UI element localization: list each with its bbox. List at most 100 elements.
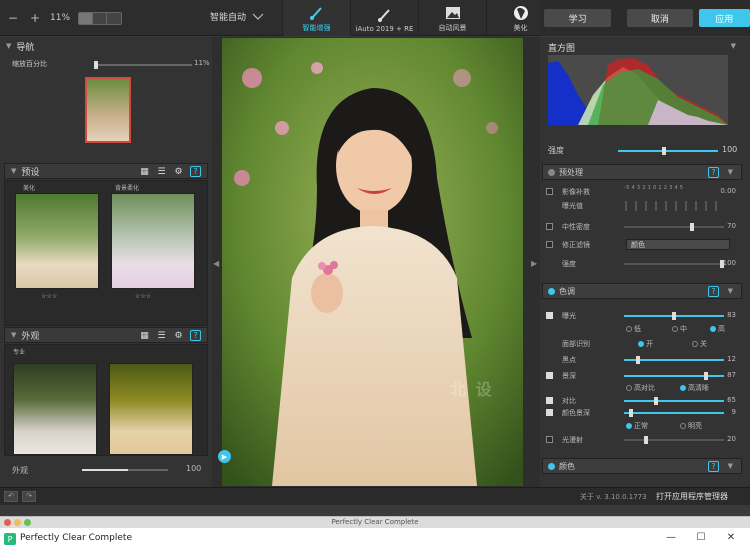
minimize-icon[interactable]: — (664, 532, 678, 543)
slider-handle[interactable] (672, 312, 676, 320)
rotate-left-icon[interactable]: ↶ (4, 491, 18, 502)
single-view-button[interactable] (79, 12, 94, 24)
slider-handle[interactable] (654, 397, 658, 405)
radio-option[interactable]: 关 (692, 339, 707, 349)
black-point-slider[interactable] (624, 356, 724, 364)
preset-thumbnail[interactable] (15, 193, 99, 289)
grid-view-icon[interactable]: ▦ (139, 331, 150, 341)
tab-smart-enhance[interactable]: 智能增强 (282, 0, 350, 36)
tab-iauto-2019[interactable]: iAuto 2019 + RE (350, 0, 418, 36)
row-label: 颜色景深 (562, 409, 590, 417)
tab-auto-landscape[interactable]: 自动风景 (418, 0, 486, 36)
filter-dropdown[interactable]: 颜色 (626, 239, 730, 250)
radio-option[interactable]: 高清晰 (680, 383, 709, 393)
checkbox[interactable] (546, 372, 553, 379)
look-thumbnail[interactable] (13, 363, 97, 455)
histogram-graph (548, 58, 728, 125)
row-value: 87 (727, 371, 736, 379)
slider[interactable] (624, 260, 724, 268)
collapse-triangle-icon: ▼ (11, 167, 17, 175)
histogram-header[interactable]: 直方图 ▼ (544, 39, 740, 55)
collapse-right-arrow-icon[interactable]: ▶ (531, 259, 537, 268)
photo-image (222, 38, 523, 486)
checkbox[interactable] (546, 436, 553, 443)
help-icon[interactable]: ? (190, 330, 201, 341)
minus-icon[interactable]: − (6, 11, 20, 25)
contrast-slider[interactable] (624, 397, 724, 405)
close-icon[interactable]: ✕ (724, 532, 738, 543)
rotate-right-icon[interactable]: ↷ (22, 491, 36, 502)
radio-option[interactable]: 高对比 (626, 383, 655, 393)
row-label: 曝光值 (562, 202, 583, 210)
looks-strength-slider[interactable] (82, 469, 168, 471)
help-icon[interactable]: ? (708, 167, 719, 178)
presets-header[interactable]: ▼ 预设 ▦ ☰ ⚙ ? (4, 163, 208, 179)
color-header[interactable]: 颜色 ? ▼ (542, 458, 742, 474)
checkbox[interactable] (546, 312, 553, 319)
radio-option[interactable]: 中 (672, 324, 687, 334)
radio-option[interactable]: 低 (626, 324, 641, 334)
pretreatment-header[interactable]: 预处理 ? ▼ (542, 164, 742, 180)
list-view-icon[interactable]: ☰ (156, 331, 167, 341)
preset-rating-icon: ☆☆☆ (135, 293, 152, 300)
side-by-side-view-button[interactable] (107, 12, 122, 24)
help-icon[interactable]: ? (190, 166, 201, 177)
slider-handle[interactable] (704, 372, 708, 380)
checkbox[interactable] (546, 241, 553, 248)
list-view-icon[interactable]: ☰ (156, 167, 167, 177)
plus-icon[interactable]: + (28, 11, 42, 25)
play-icon[interactable]: ▶ (218, 450, 231, 463)
open-app-manager-link[interactable]: 打开应用程序管理器 (656, 491, 728, 502)
radio-option[interactable]: 高 (710, 324, 725, 334)
tone-header[interactable]: 色调 ? ▼ (542, 283, 742, 299)
depth-slider[interactable] (624, 372, 724, 380)
app-logo-icon: P (4, 533, 16, 545)
navigator-zoom-slider[interactable] (94, 61, 192, 69)
checkbox[interactable] (546, 397, 553, 404)
navigator-thumbnail[interactable] (85, 77, 131, 143)
slider-handle[interactable] (629, 409, 633, 417)
slider-handle[interactable] (690, 223, 694, 231)
slider-handle[interactable] (636, 356, 640, 364)
ai-mode-select[interactable]: 智能自动 (210, 10, 264, 23)
split-view-button[interactable] (93, 12, 108, 24)
look-thumbnail[interactable] (109, 363, 193, 455)
checkbox[interactable] (546, 409, 553, 416)
slider[interactable] (624, 223, 724, 231)
row-label: 影像补救 (562, 188, 590, 196)
looks-header[interactable]: ▼ 外观 ▦ ☰ ⚙ ? (4, 327, 208, 343)
slider-handle[interactable] (644, 436, 648, 444)
color-depth-slider[interactable] (624, 409, 724, 417)
slider-handle[interactable] (662, 147, 666, 155)
checkbox[interactable] (546, 188, 553, 195)
gear-icon[interactable]: ⚙ (173, 331, 184, 341)
radio-option[interactable]: 正常 (626, 421, 648, 431)
collapse-left-arrow-icon[interactable]: ◀ (213, 259, 219, 268)
apply-button[interactable]: 应用 (698, 9, 750, 27)
tone-title: 色调 (559, 286, 575, 296)
section-toggle-icon[interactable] (548, 169, 555, 176)
tab-label: 自动风景 (438, 24, 467, 32)
cancel-button[interactable]: 取消 (627, 9, 693, 27)
row-value: 65 (727, 396, 736, 404)
learn-button[interactable]: 学习 (544, 9, 612, 27)
grid-view-icon[interactable]: ▦ (139, 167, 150, 177)
checkbox[interactable] (546, 223, 553, 230)
section-toggle-icon[interactable] (548, 463, 555, 470)
radio-option[interactable]: 明亮 (680, 421, 702, 431)
strength-slider[interactable] (618, 147, 718, 155)
preset-thumbnail[interactable] (111, 193, 195, 289)
help-icon[interactable]: ? (708, 461, 719, 472)
exposure-slider[interactable] (624, 312, 724, 320)
pretreatment-row: 强度 100 (546, 257, 736, 271)
navigator-header[interactable]: ▼ 导航 (0, 37, 212, 55)
image-canvas[interactable]: ◀ ▶ 北 设 ▶ (212, 37, 540, 487)
light-diffusion-slider[interactable] (624, 436, 724, 444)
help-icon[interactable]: ? (708, 286, 719, 297)
section-toggle-icon[interactable] (548, 288, 555, 295)
slider-handle[interactable] (94, 61, 98, 69)
radio-option[interactable]: 开 (638, 339, 653, 349)
gear-icon[interactable]: ⚙ (173, 167, 184, 177)
about-version[interactable]: 关于 v. 3.10.0.1773 (580, 492, 647, 502)
maximize-icon[interactable]: ☐ (694, 532, 708, 543)
